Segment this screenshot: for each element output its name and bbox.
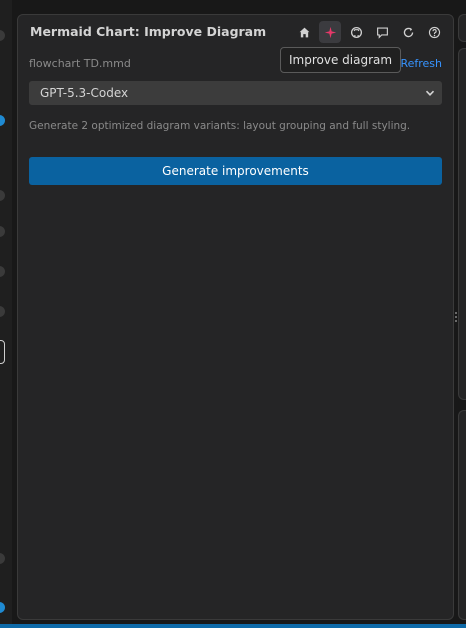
improve-diagram-panel: Mermaid Chart: Improve Diagram Improve d… (17, 14, 454, 620)
panel-resize-sash[interactable] (455, 312, 459, 322)
activity-icon[interactable] (0, 226, 5, 237)
generate-improvements-button[interactable]: Generate improvements (29, 157, 442, 185)
help-icon[interactable] (423, 21, 445, 43)
diagram-file-name: flowchart TD.mmd (29, 57, 131, 70)
adjacent-panel-fragment (458, 48, 466, 400)
home-icon[interactable] (293, 21, 315, 43)
activity-icon[interactable] (0, 30, 5, 41)
refresh-icon[interactable] (397, 21, 419, 43)
activity-icon[interactable] (0, 306, 5, 317)
model-select[interactable]: GPT-5.3-Codex (29, 81, 442, 105)
panel-title: Mermaid Chart: Improve Diagram (30, 24, 267, 39)
status-bar (0, 624, 466, 628)
github-icon[interactable] (345, 21, 367, 43)
refresh-link[interactable]: Refresh (400, 57, 442, 70)
adjacent-panel-fragment (458, 410, 466, 620)
panel-description: Generate 2 optimized diagram variants: l… (29, 120, 411, 132)
feedback-icon[interactable] (371, 21, 393, 43)
sparkle-icon[interactable] (319, 21, 341, 43)
activity-icon[interactable] (0, 190, 5, 201)
activity-icon[interactable] (0, 266, 5, 277)
improve-diagram-tooltip: Improve diagram (280, 47, 402, 73)
chevron-down-icon (425, 90, 435, 96)
app-frame: Mermaid Chart: Improve Diagram Improve d… (0, 0, 466, 628)
model-select-value: GPT-5.3-Codex (40, 86, 129, 100)
activity-bar-fragment (0, 0, 12, 628)
panel-toolbar (293, 21, 445, 43)
activity-badge (0, 602, 5, 613)
activity-badge (0, 115, 5, 126)
activity-icon[interactable] (0, 553, 5, 564)
activity-icon-selected[interactable] (0, 340, 5, 364)
adjacent-panel-fragment (458, 14, 466, 42)
